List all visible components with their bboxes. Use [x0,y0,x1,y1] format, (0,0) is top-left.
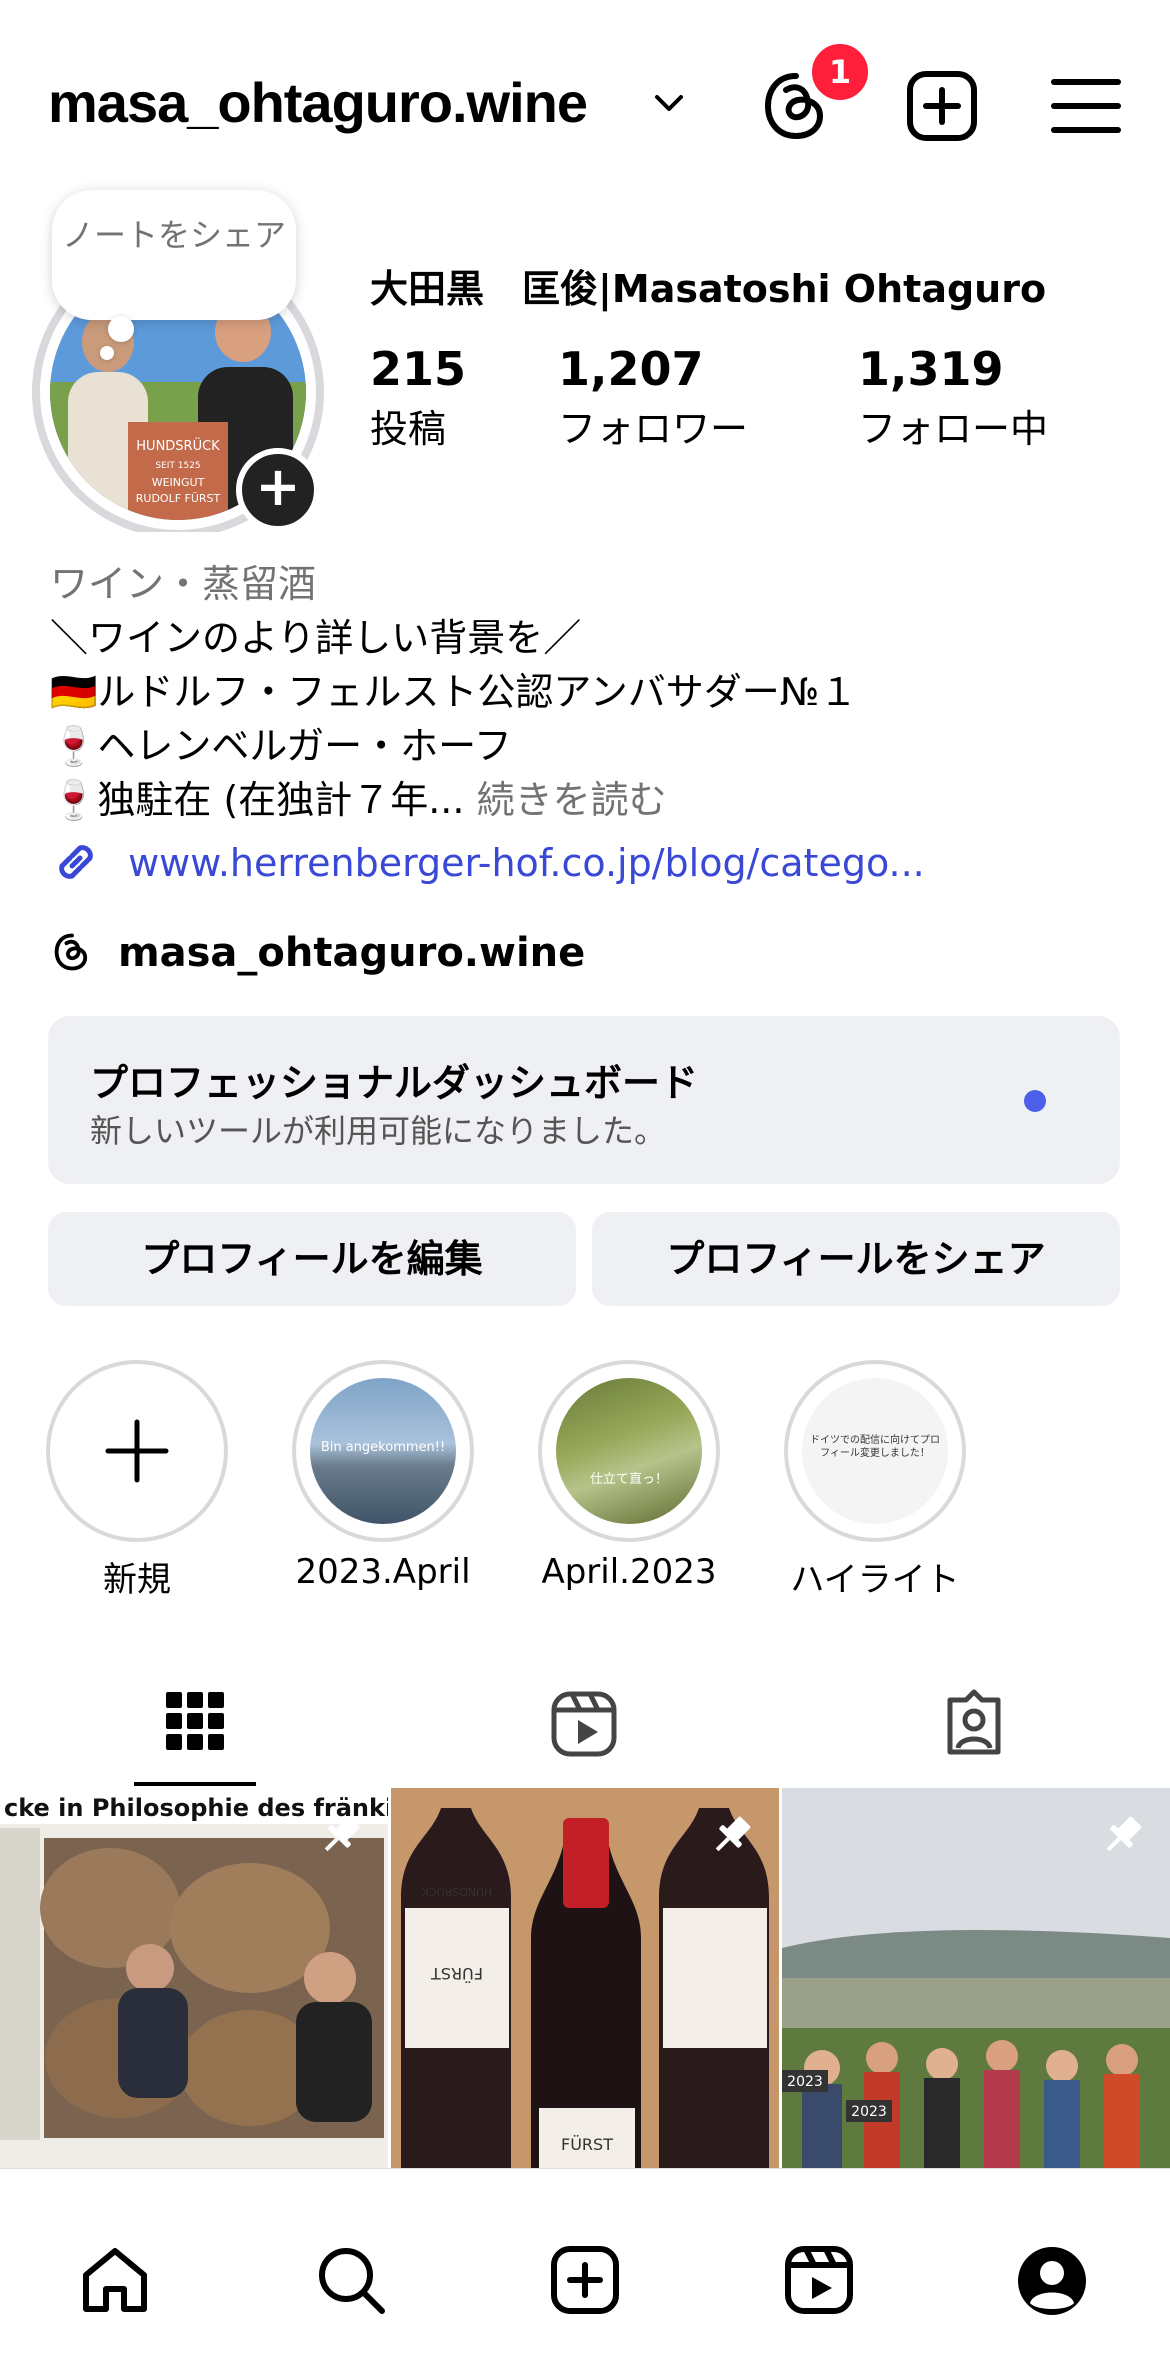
svg-text:2023: 2023 [787,2074,823,2090]
highlight-overlay-text: ドイツでの配信に向けてプロフィール変更しました！ [810,1435,940,1459]
menu-icon[interactable] [1046,66,1126,146]
highlight-item[interactable]: Bin angekommen!! 2023.April [286,1360,480,1592]
threads-icon [54,933,88,971]
reels-nav-icon[interactable] [784,2245,854,2315]
bio-line: 🍷独駐在 (在独計７年... [50,778,465,822]
notification-badge: 1 [808,40,872,104]
highlight-label: 2023.April [295,1552,471,1592]
svg-text:FÜRST: FÜRST [431,1964,483,1983]
posts-label[interactable]: 投稿 [370,398,446,453]
share-profile-button[interactable]: プロフィールをシェア [592,1212,1120,1306]
top-bar: masa_ohtaguro.wine 1 [0,0,1170,190]
note-bubble-tail [108,316,134,342]
highlight-label: April.2023 [541,1552,717,1592]
search-icon[interactable] [316,2245,386,2315]
highlight-overlay-text: 仕立て直っ！ [589,1472,668,1487]
pin-icon [324,1816,360,1852]
highlight-overlay-text: Bin angekommen!! [320,1440,446,1455]
grid-post[interactable]: FÜRST FÜRST HUNDSRÜCK [391,1788,779,2168]
home-icon[interactable] [80,2245,150,2315]
content-tabs [0,1662,1170,1786]
full-name: 大田黒 匡俊|Masatoshi Ohtaguro [370,267,1047,311]
plus-icon [105,1419,169,1483]
dashboard-subtitle: 新しいツールが利用可能になりました。 [90,1112,667,1150]
bio-line: ＼ワインのより詳しい背景を／ [50,616,582,660]
following-label[interactable]: フォロー中 [858,398,1048,453]
threads-handle-row[interactable]: masa_ohtaguro.wine [50,930,585,976]
following-count[interactable]: 1,319 [858,342,1004,396]
highlight-item[interactable]: ドイツでの配信に向けてプロフィール変更しました！ ハイライト [778,1360,972,1601]
svg-text:2023: 2023 [851,2104,887,2120]
highlight-label: ハイライト [790,1560,960,1600]
create-post-icon[interactable] [550,2245,620,2315]
professional-dashboard[interactable]: プロフェッショナルダッシュボード 新しいツールが利用可能になりました。 [48,1016,1120,1184]
account-username[interactable]: masa_ohtaguro.wine [48,70,588,135]
avatar-sign-text: HUNDSRÜCK [136,437,220,454]
wine-label-brand: FÜRST [561,2135,613,2154]
pin-icon [715,1816,751,1852]
bottom-navigation [0,2168,1170,2357]
bio-line-last: 🍷独駐在 (在独計７年... 続きを読む [50,769,667,824]
pin-icon [1106,1816,1142,1852]
tagged-icon[interactable] [940,1688,1008,1756]
read-more-link[interactable]: 続きを読む [477,778,667,822]
note-bubble[interactable]: ノートをシェア [52,190,296,320]
grid-post[interactable]: cke in Philosophie des fränkischen Wei [0,1788,388,2168]
reels-icon[interactable] [550,1690,618,1758]
highlight-item[interactable]: 仕立て直っ！ April.2023 [532,1360,726,1592]
bio-line: 🍷ヘレンベルガー・ホーフ [50,724,512,768]
posts-count[interactable]: 215 [370,342,466,396]
edit-profile-button[interactable]: プロフィールを編集 [48,1212,576,1306]
bio-link-text[interactable]: www.herrenberger-hof.co.jp/blog/catego..… [128,841,925,885]
note-bubble-tail-small [100,346,114,360]
chevron-down-icon[interactable] [652,88,686,118]
new-indicator-dot [1024,1090,1046,1112]
bio-line: 🇩🇪ルドルフ・フェルスト公認アンバサダー№１ [50,670,858,714]
highlight-label: 新規 [103,1560,171,1600]
svg-text:WEINGUT: WEINGUT [152,476,205,489]
profile-category: ワイン・蒸留酒 [50,562,317,606]
dashboard-title: プロフェッショナルダッシュボード [90,1061,699,1105]
grid-post[interactable]: 2023 2023 [782,1788,1170,2168]
bio-link[interactable]: www.herrenberger-hof.co.jp/blog/catego..… [50,836,925,888]
svg-text:RUDOLF FÜRST: RUDOLF FÜRST [136,492,221,505]
followers-label[interactable]: フォロワー [558,398,748,453]
svg-text:HUNDSRÜCK: HUNDSRÜCK [421,1885,492,1898]
add-story-icon[interactable]: + [236,448,320,532]
grid-icon[interactable] [166,1692,224,1750]
create-icon[interactable] [902,66,982,146]
highlight-new[interactable]: 新規 [40,1360,234,1601]
profile-icon[interactable] [1016,2245,1088,2317]
followers-count[interactable]: 1,207 [558,342,704,396]
active-tab-indicator [134,1782,256,1786]
link-icon [59,845,93,879]
svg-text:SEIT 1525: SEIT 1525 [155,461,200,471]
threads-handle[interactable]: masa_ohtaguro.wine [118,930,585,976]
